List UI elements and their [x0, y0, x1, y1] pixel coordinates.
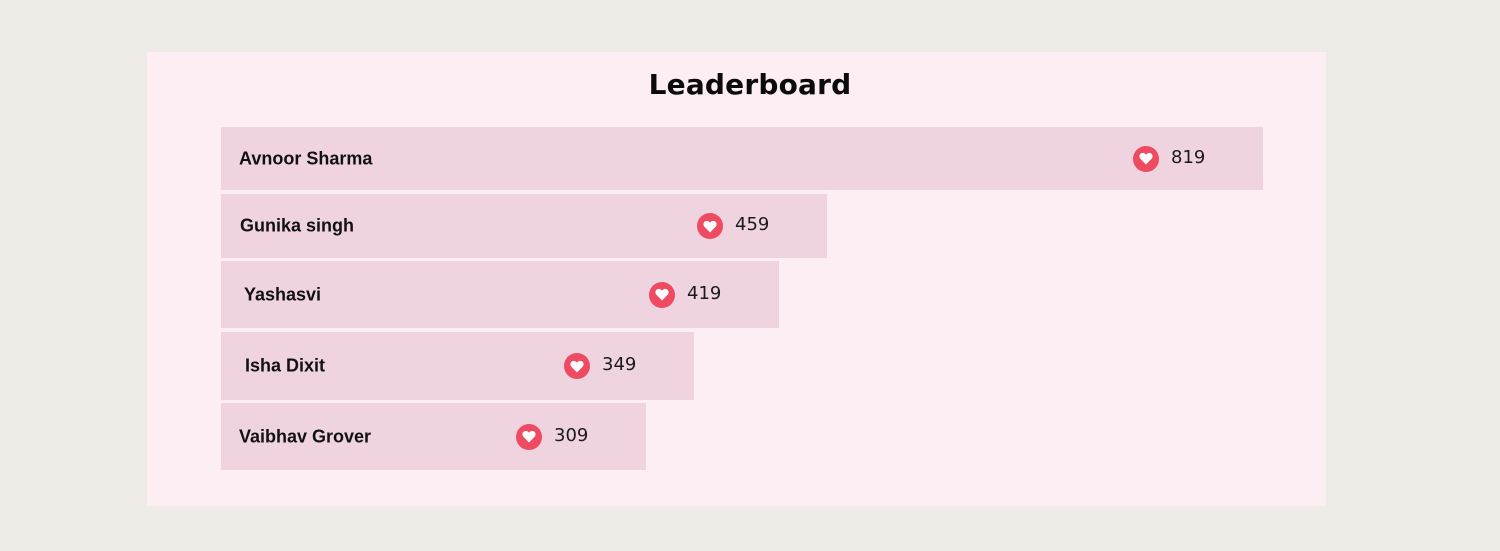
player-name: Isha Dixit	[245, 355, 326, 376]
like-count: 459	[735, 214, 770, 235]
leaderboard-bar: Gunika singh 459	[221, 194, 827, 258]
heart-icon	[697, 213, 723, 239]
leaderboard-bar: Isha Dixit 349	[221, 332, 694, 400]
like-count: 419	[687, 282, 722, 304]
like-count: 349	[602, 354, 637, 375]
like-count: 819	[1171, 146, 1206, 168]
leaderboard-title: Leaderboard	[648, 68, 852, 101]
leaderboard-bar: Yashasvi 419	[221, 261, 779, 328]
player-name: Vaibhav Grover	[239, 426, 372, 446]
player-name: Gunika singh	[240, 215, 355, 236]
leaderboard-bar: Vaibhav Grover 309	[221, 403, 646, 470]
heart-icon	[1133, 145, 1159, 172]
leaderboard-bar: Avnoor Sharma 819	[221, 127, 1263, 190]
heart-icon	[516, 423, 542, 450]
player-name: Yashasvi	[244, 284, 322, 304]
heart-icon	[649, 281, 675, 308]
player-name: Avnoor Sharma	[239, 148, 373, 168]
heart-icon	[564, 353, 590, 379]
like-count: 309	[554, 424, 589, 446]
